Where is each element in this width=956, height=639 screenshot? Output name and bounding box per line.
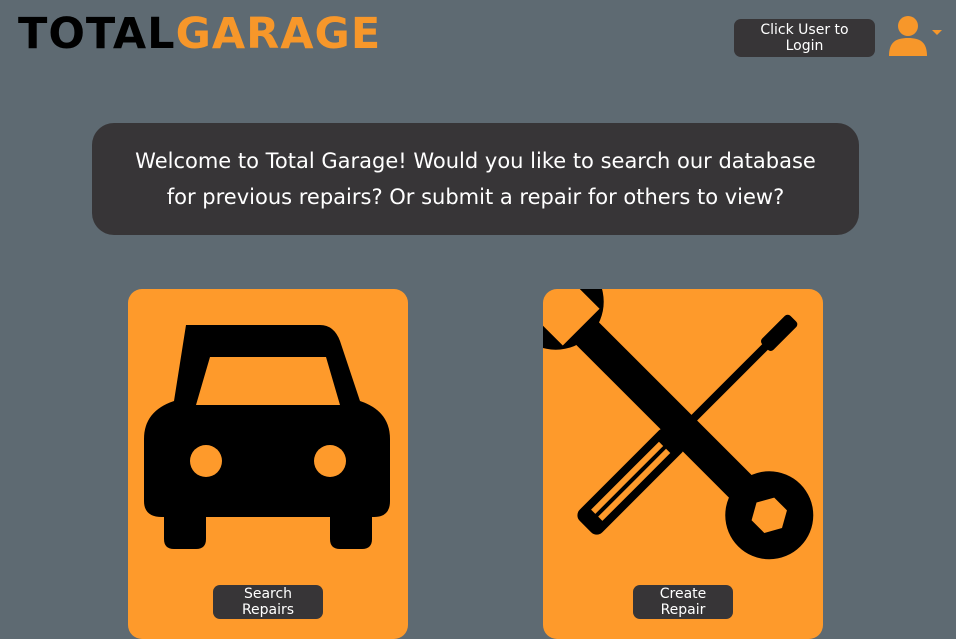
search-repairs-card[interactable]: Search Repairs xyxy=(128,289,408,639)
welcome-banner: Welcome to Total Garage! Would you like … xyxy=(92,123,859,235)
create-repair-card[interactable]: Create Repair xyxy=(543,289,823,639)
login-button[interactable]: Click User to Login xyxy=(734,19,875,57)
brand-logo[interactable]: TOTALGARAGE xyxy=(18,8,381,60)
search-repairs-button[interactable]: Search Repairs xyxy=(213,585,323,619)
logo-text-garage: GARAGE xyxy=(175,9,382,59)
navbar: TOTALGARAGE Click User to Login xyxy=(0,0,956,78)
user-menu-toggle[interactable] xyxy=(886,14,946,60)
logo-text-total: TOTAL xyxy=(18,9,176,59)
create-repair-button[interactable]: Create Repair xyxy=(633,585,733,619)
user-icon xyxy=(889,16,927,56)
welcome-message: Welcome to Total Garage! Would you like … xyxy=(135,149,816,209)
chevron-down-icon xyxy=(932,30,942,35)
